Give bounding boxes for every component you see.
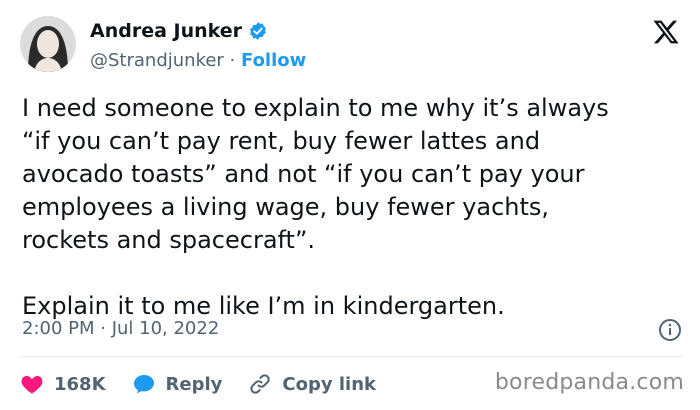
reply-button[interactable]: Reply (132, 372, 223, 396)
author-name-row: Andrea Junker (90, 20, 268, 42)
copy-link-label: Copy link (282, 373, 376, 395)
author-handle[interactable]: @Strandjunker (90, 50, 224, 71)
x-logo-icon[interactable] (652, 18, 680, 46)
reply-bubble-icon (133, 375, 154, 394)
reply-label: Reply (165, 373, 223, 395)
tweet-timestamp[interactable]: 2:00 PM · Jul 10, 2022 (22, 318, 219, 339)
copy-link-button[interactable]: Copy link (248, 372, 376, 396)
watermark: boredpanda.com (494, 370, 684, 395)
heart-icon (21, 376, 43, 394)
handle-separator: · (223, 50, 241, 71)
avatar-image (20, 16, 76, 72)
verified-badge-icon (250, 22, 266, 40)
like-button[interactable]: 168K (20, 372, 106, 396)
follow-button[interactable]: Follow (241, 50, 306, 71)
like-count: 168K (54, 373, 106, 395)
author-name[interactable]: Andrea Junker (90, 20, 242, 42)
link-icon (250, 374, 271, 394)
info-icon[interactable] (658, 318, 682, 342)
divider (20, 356, 682, 357)
author-handle-row: @Strandjunker · Follow (90, 50, 306, 71)
tweet-text: I need someone to explain to me why it’s… (22, 94, 609, 320)
action-bar: 168K Reply Copy link (20, 368, 402, 400)
avatar[interactable] (20, 16, 76, 72)
